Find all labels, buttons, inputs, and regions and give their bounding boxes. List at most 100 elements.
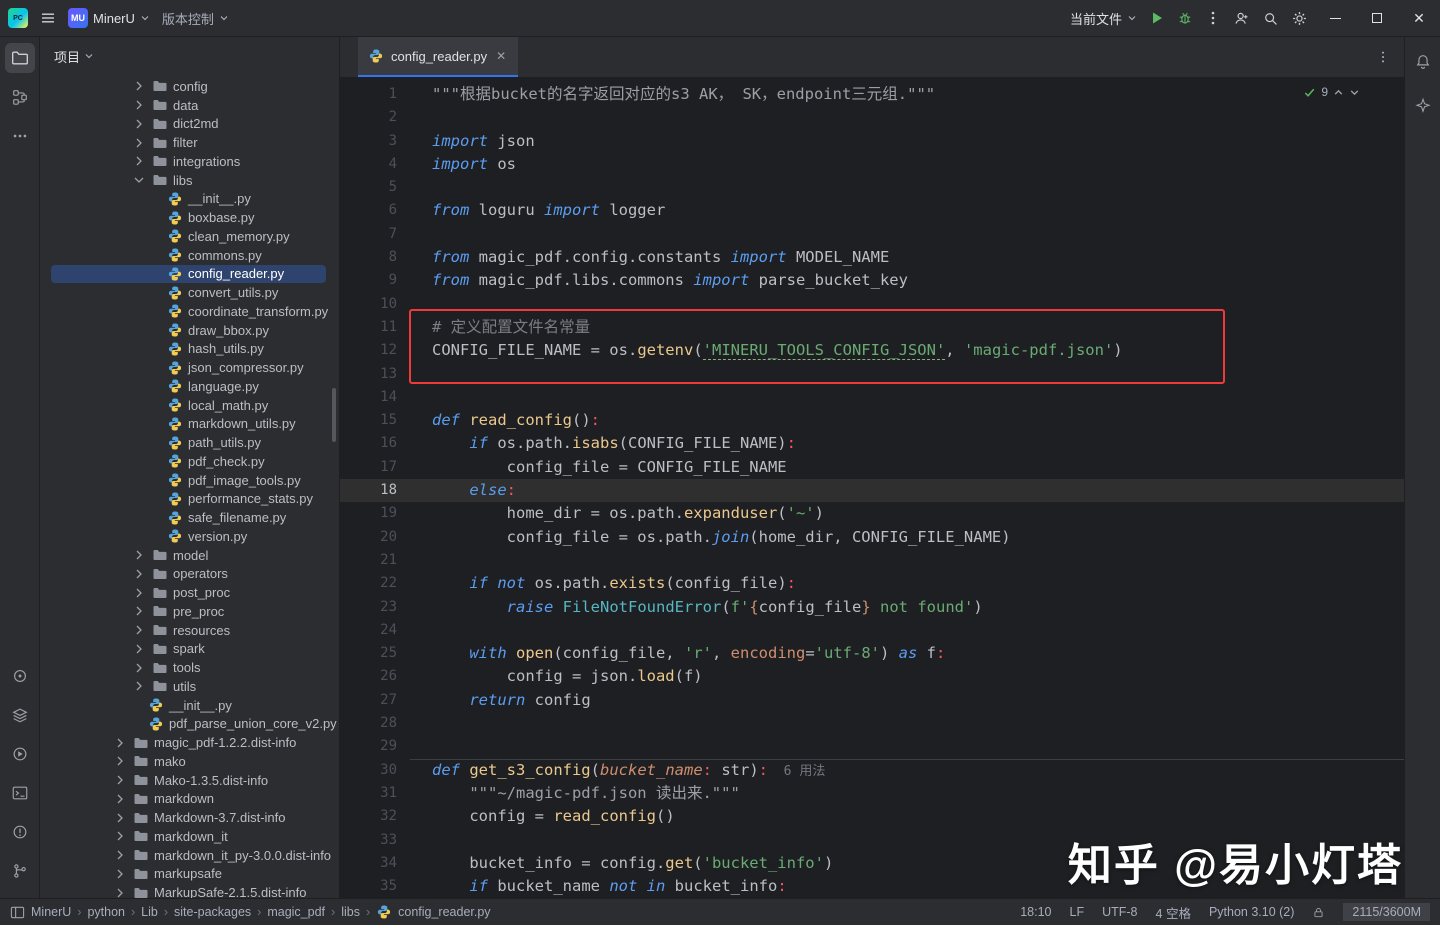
lock-icon[interactable] <box>1312 906 1325 919</box>
project-selector[interactable]: MU MinerU <box>62 4 156 32</box>
breadcrumb-item[interactable]: python <box>87 905 125 919</box>
tab-options-button[interactable] <box>1376 37 1404 77</box>
code-line-27[interactable]: 27 return config <box>340 689 1404 712</box>
tree-item-boxbase.py[interactable]: boxbase.py <box>40 208 339 227</box>
code-line-2[interactable]: 2 <box>340 106 1404 129</box>
code-line-22[interactable]: 22 if not os.path.exists(config_file): <box>340 572 1404 595</box>
terminal-tool-button[interactable] <box>5 778 35 808</box>
line-number[interactable]: 27 <box>340 689 410 712</box>
chevron-right-icon[interactable] <box>131 566 147 582</box>
tree-item-resources[interactable]: resources <box>40 621 339 640</box>
tree-item-pdf_parse_union_core_v2.py[interactable]: pdf_parse_union_core_v2.py <box>40 715 339 734</box>
tree-item-markdown-3.7.dist-info[interactable]: Markdown-3.7.dist-info <box>40 808 339 827</box>
tree-item-dict2md[interactable]: dict2md <box>40 115 339 134</box>
tree-item-tools[interactable]: tools <box>40 658 339 677</box>
code-line-16[interactable]: 16 if os.path.isabs(CONFIG_FILE_NAME): <box>340 432 1404 455</box>
tree-item-config[interactable]: config <box>40 77 339 96</box>
line-number[interactable]: 21 <box>340 549 410 572</box>
tree-item-version.py[interactable]: version.py <box>40 527 339 546</box>
indent-style[interactable]: 4 空格 <box>1156 903 1191 922</box>
breadcrumb-item[interactable]: Lib <box>141 905 158 919</box>
tree-item-integrations[interactable]: integrations <box>40 152 339 171</box>
search-everywhere-button[interactable] <box>1256 4 1285 32</box>
tree-item-mako-1.3.5.dist-info[interactable]: Mako-1.3.5.dist-info <box>40 771 339 790</box>
code-line-10[interactable]: 10 <box>340 293 1404 316</box>
problems-tool-button[interactable] <box>5 817 35 847</box>
chevron-right-icon[interactable] <box>112 847 128 863</box>
tree-item-magic_pdf-1.2.2.dist-info[interactable]: magic_pdf-1.2.2.dist-info <box>40 733 339 752</box>
tree-item-pdf_check.py[interactable]: pdf_check.py <box>40 452 339 471</box>
line-number[interactable]: 1 <box>340 83 410 106</box>
chevron-right-icon[interactable] <box>112 753 128 769</box>
tree-item-coordinate_transform.py[interactable]: coordinate_transform.py <box>40 302 339 321</box>
code-line-8[interactable]: 8 from magic_pdf.config.constants import … <box>340 246 1404 269</box>
tree-item-config_reader.py[interactable]: config_reader.py <box>40 264 339 284</box>
tree-scrollbar[interactable] <box>332 388 336 442</box>
chevron-right-icon[interactable] <box>112 866 128 882</box>
code-line-17[interactable]: 17 config_file = CONFIG_FILE_NAME <box>340 456 1404 479</box>
services-tool-button[interactable] <box>5 700 35 730</box>
notifications-button[interactable] <box>1408 47 1438 77</box>
chevron-right-icon[interactable] <box>131 97 147 113</box>
line-number[interactable]: 29 <box>340 735 410 758</box>
settings-button[interactable] <box>1285 4 1314 32</box>
chevron-right-icon[interactable] <box>131 603 147 619</box>
code-line-25[interactable]: 25 with open(config_file, 'r', encoding=… <box>340 642 1404 665</box>
code-line-31[interactable]: 31 """~/magic-pdf.json 读出来.""" <box>340 782 1404 805</box>
line-number[interactable]: 7 <box>340 223 410 246</box>
chevron-right-icon[interactable] <box>131 678 147 694</box>
code-line-9[interactable]: 9 from magic_pdf.libs.commons import pars… <box>340 269 1404 292</box>
tree-item-markdown_it[interactable]: markdown_it <box>40 827 339 846</box>
code-line-4[interactable]: 4 import os <box>340 153 1404 176</box>
breadcrumb-item[interactable]: libs <box>341 905 360 919</box>
code-line-18[interactable]: 18 else: <box>340 479 1404 503</box>
code-line-24[interactable]: 24 <box>340 619 1404 642</box>
tree-item-__init__.py[interactable]: __init__.py <box>40 696 339 715</box>
breadcrumb-item[interactable]: config_reader.py <box>398 905 490 919</box>
chevron-down-icon[interactable] <box>131 172 147 188</box>
code-editor[interactable]: 1 """根据bucket的名字返回对应的s3 AK， SK，endpoint三元… <box>340 78 1404 898</box>
structure-tool-button[interactable] <box>5 82 35 112</box>
editor-tab[interactable]: config_reader.py ✕ <box>358 37 519 77</box>
tree-item-local_math.py[interactable]: local_math.py <box>40 396 339 415</box>
line-number[interactable]: 25 <box>340 642 410 665</box>
line-number[interactable]: 33 <box>340 829 410 852</box>
chevron-right-icon[interactable] <box>131 116 147 132</box>
line-number[interactable]: 3 <box>340 130 410 153</box>
line-separator[interactable]: LF <box>1070 905 1085 919</box>
tree-item-model[interactable]: model <box>40 546 339 565</box>
line-number[interactable]: 28 <box>340 712 410 735</box>
chevron-right-icon[interactable] <box>112 772 128 788</box>
line-number[interactable]: 18 <box>340 479 410 502</box>
version-control-tool-button[interactable] <box>5 856 35 886</box>
chevron-right-icon[interactable] <box>131 135 147 151</box>
chevron-right-icon[interactable] <box>131 78 147 94</box>
tool-window-layout-icon[interactable] <box>10 905 25 920</box>
breadcrumb-item[interactable]: MinerU <box>31 905 71 919</box>
tree-item-mako[interactable]: mako <box>40 752 339 771</box>
tree-item-post_proc[interactable]: post_proc <box>40 583 339 602</box>
chevron-right-icon[interactable] <box>112 735 128 751</box>
minimize-button[interactable] <box>1314 0 1356 36</box>
tree-item-pdf_image_tools.py[interactable]: pdf_image_tools.py <box>40 471 339 490</box>
line-number[interactable]: 20 <box>340 526 410 549</box>
code-line-19[interactable]: 19 home_dir = os.path.expanduser('~') <box>340 502 1404 525</box>
line-number[interactable]: 31 <box>340 782 410 805</box>
tree-item-libs[interactable]: libs <box>40 171 339 190</box>
python-packages-tool-button[interactable] <box>5 661 35 691</box>
code-line-1[interactable]: 1 """根据bucket的名字返回对应的s3 AK， SK，endpoint三元… <box>340 83 1404 106</box>
run-button[interactable] <box>1143 4 1171 32</box>
line-number[interactable]: 23 <box>340 596 410 619</box>
chevron-right-icon[interactable] <box>131 641 147 657</box>
code-line-29[interactable]: 29 <box>340 735 1404 758</box>
code-line-11[interactable]: 11 # 定义配置文件名常量 <box>340 316 1404 339</box>
close-button[interactable]: ✕ <box>1398 0 1440 36</box>
line-number[interactable]: 13 <box>340 363 410 386</box>
chevron-up-icon[interactable] <box>1333 87 1344 98</box>
chevron-right-icon[interactable] <box>131 660 147 676</box>
run-configuration-selector[interactable]: 当前文件 <box>1064 4 1143 32</box>
chevron-right-icon[interactable] <box>131 547 147 563</box>
line-number[interactable]: 2 <box>340 106 410 129</box>
chevron-right-icon[interactable] <box>112 810 128 826</box>
code-line-20[interactable]: 20 config_file = os.path.join(home_dir, … <box>340 526 1404 549</box>
